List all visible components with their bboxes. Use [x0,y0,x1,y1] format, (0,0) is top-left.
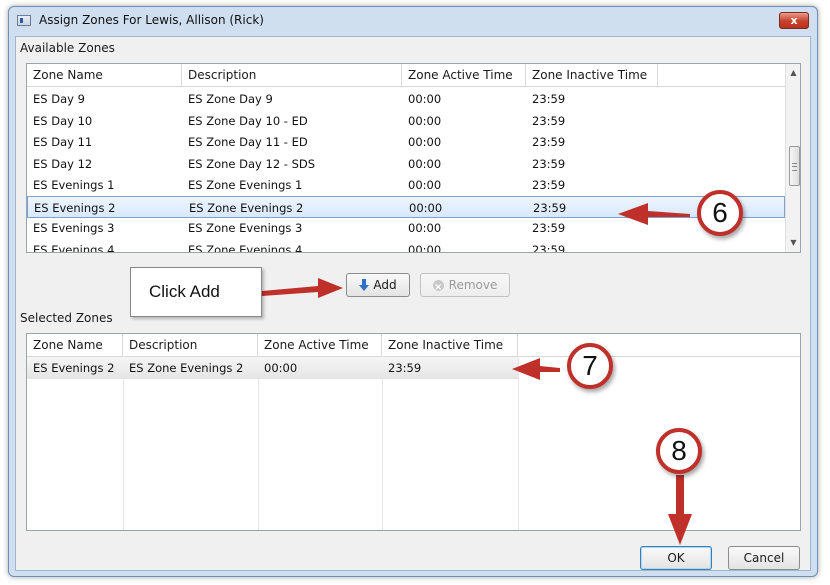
step-8-badge: 8 [656,428,702,474]
arrow-to-selected-zone-icon [512,358,560,380]
step-6-badge: 6 [697,190,743,236]
arrow-to-add-button-icon [262,278,343,298]
click-add-callout: Click Add [130,267,262,317]
arrow-to-ok-button-icon [668,475,692,545]
annotation-arrows [262,203,692,545]
step-7-badge: 7 [567,343,613,389]
arrow-to-selected-row-icon [618,203,690,225]
